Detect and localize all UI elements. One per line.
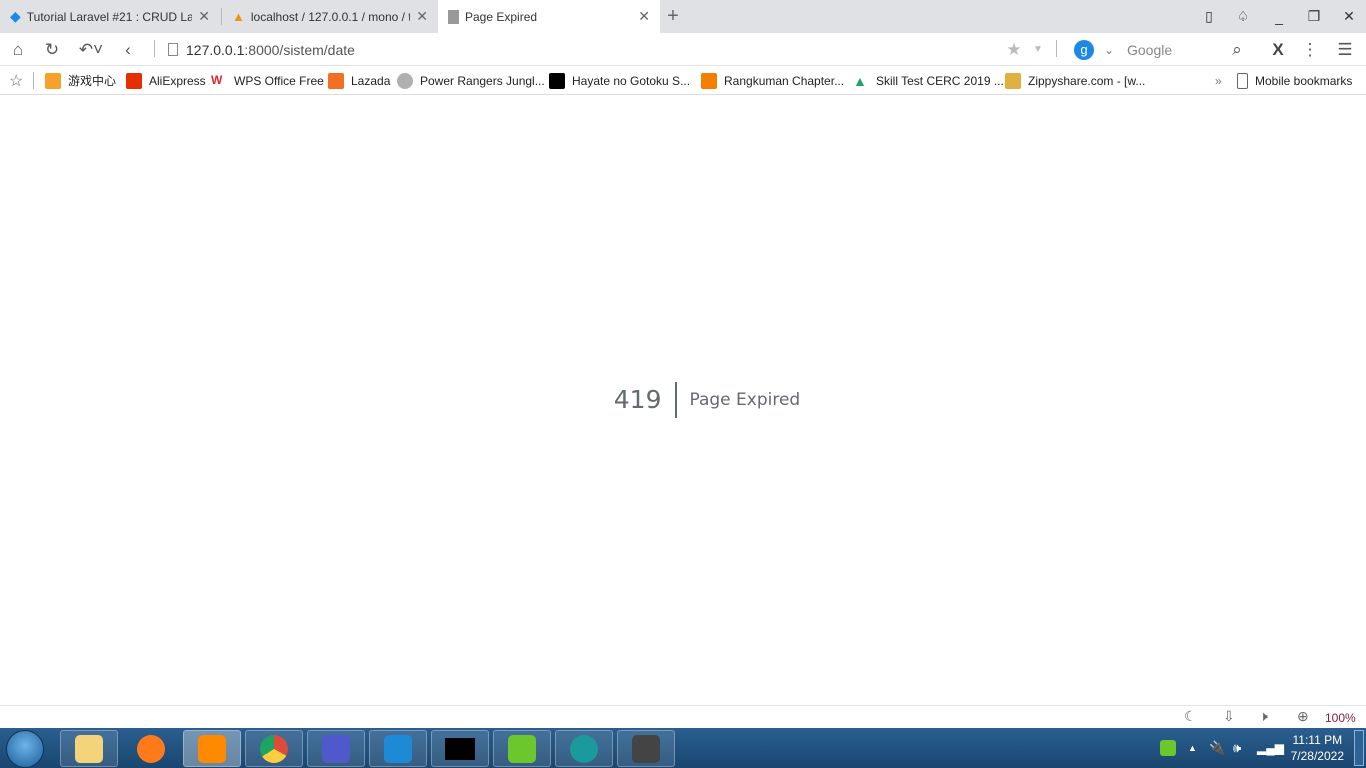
reload-button[interactable]: ↻ xyxy=(38,33,66,66)
taskbar-wifi-app[interactable] xyxy=(493,730,551,767)
taskbar-sublime[interactable] xyxy=(617,730,675,767)
back-button[interactable]: ‹ xyxy=(114,33,142,66)
taskbar-uc-browser[interactable] xyxy=(183,730,241,767)
mobile-bookmarks[interactable]: Mobile bookmarks xyxy=(1237,66,1352,95)
bookmark-item[interactable]: Zippyshare.com - [w... xyxy=(1005,66,1145,95)
close-tab-icon[interactable]: ✕ xyxy=(638,8,650,25)
taskbar: ▲ 🔌 🕪 ▂▄▆ 11:11 PM 7/28/2022 xyxy=(0,728,1366,768)
side-panel-icon[interactable]: ▯ xyxy=(1192,0,1226,33)
taskbar-cmd[interactable] xyxy=(431,730,489,767)
bookmark-item[interactable]: Power Rangers Jungl... xyxy=(397,66,545,95)
firefox-icon xyxy=(137,734,165,763)
taskbar-firefox[interactable] xyxy=(122,730,180,767)
folder-icon xyxy=(1005,72,1021,89)
bookmark-star-icon[interactable]: ★ xyxy=(1002,33,1026,66)
wps-icon: W xyxy=(211,72,223,87)
divider xyxy=(1056,40,1057,57)
clock[interactable]: 11:11 PM 7/28/2022 xyxy=(1291,732,1344,764)
bookmark-icon xyxy=(397,72,413,89)
close-tab-icon[interactable]: ✕ xyxy=(198,8,210,25)
search-icon[interactable]: ⌕ xyxy=(1226,33,1248,66)
error-text: Page Expired xyxy=(689,390,801,410)
blogger-icon xyxy=(701,72,717,89)
tab-phpmyadmin[interactable]: ▲ localhost / 127.0.0.1 / mono / t ✕ xyxy=(222,0,438,33)
teams-icon xyxy=(322,734,350,763)
extension-x-icon[interactable]: X xyxy=(1268,33,1288,66)
more-options-icon[interactable]: ⋮ xyxy=(1300,33,1320,66)
network-signal-icon[interactable]: ▂▄▆ xyxy=(1257,728,1284,768)
chrome-icon xyxy=(260,734,288,763)
divider xyxy=(33,72,34,89)
bookmark-icon xyxy=(126,72,142,89)
bookmark-item[interactable]: 游戏中心 xyxy=(45,66,116,95)
home-button[interactable]: ⌂ xyxy=(4,33,32,66)
uc-browser-icon xyxy=(198,734,226,763)
taskbar-file-explorer[interactable] xyxy=(60,730,118,767)
bookmark-item[interactable]: Rangkuman Chapter... xyxy=(701,66,844,95)
address-bar[interactable]: 127.0.0.1:8000/sistem/date xyxy=(168,33,355,66)
bookmark-item[interactable]: ▲ Skill Test CERC 2019 ... xyxy=(853,66,1004,95)
wifi-icon xyxy=(508,734,536,763)
download-icon[interactable]: ⇩ xyxy=(1223,708,1235,725)
start-button[interactable] xyxy=(6,730,44,768)
chevron-down-icon[interactable]: ⌄ xyxy=(1100,33,1118,66)
zoom-icon[interactable]: ⊕ xyxy=(1297,708,1309,725)
bookmark-icon xyxy=(328,72,344,89)
minimize-button[interactable]: _ xyxy=(1262,0,1296,33)
sublime-text-icon xyxy=(632,734,660,763)
tray-wifi-icon[interactable] xyxy=(1160,728,1176,768)
taskbar-vscode[interactable] xyxy=(369,730,427,767)
more-bookmarks-button[interactable]: » xyxy=(1215,66,1222,95)
page-icon xyxy=(168,43,178,56)
bookmark-icon xyxy=(549,72,565,89)
taskbar-chrome[interactable] xyxy=(245,730,303,767)
bookmark-star-icon[interactable]: ☆ xyxy=(9,66,23,95)
divider xyxy=(154,40,155,57)
speaker-icon[interactable]: 🕪 xyxy=(1233,728,1241,768)
mobile-icon xyxy=(1237,72,1248,89)
maximize-button[interactable]: ❐ xyxy=(1297,0,1331,33)
navigation-bar: ⌂ ↻ ↶˅ ‹ 127.0.0.1:8000/sistem/date ★ ▼ … xyxy=(0,33,1366,66)
status-bar: ☾ ⇩ 🕨 ⊕ 100% xyxy=(0,705,1366,728)
diamond-icon: ◆ xyxy=(10,8,21,24)
eset-icon xyxy=(570,734,598,763)
tab-tutorial-laravel[interactable]: ◆ Tutorial Laravel #21 : CRUD Lar ✕ xyxy=(0,0,220,33)
bookmark-item[interactable]: W WPS Office Free xyxy=(211,66,324,95)
folder-icon xyxy=(75,734,103,763)
skin-icon[interactable]: ♤ xyxy=(1226,0,1260,33)
close-tab-icon[interactable]: ✕ xyxy=(416,8,428,25)
menu-icon[interactable]: ☰ xyxy=(1334,33,1356,66)
new-tab-button[interactable]: + xyxy=(656,0,690,33)
show-desktop-button[interactable] xyxy=(1354,730,1364,766)
bookmark-item[interactable]: Hayate no Gotoku S... xyxy=(549,66,690,95)
chevron-down-icon[interactable]: ▼ xyxy=(1030,33,1046,66)
bookmarks-bar: ☆ 游戏中心 AliExpress W WPS Office Free Lazad… xyxy=(0,66,1366,95)
error-code: 419 xyxy=(614,382,678,418)
search-input[interactable]: Google xyxy=(1127,33,1172,66)
bookmark-item[interactable]: AliExpress xyxy=(126,66,206,95)
show-hidden-icons[interactable]: ▲ xyxy=(1188,728,1197,768)
google-drive-icon: ▲ xyxy=(853,72,867,89)
bookmark-icon xyxy=(45,72,61,89)
cmd-icon xyxy=(445,737,475,760)
tab-page-expired[interactable]: Page Expired ✕ xyxy=(438,0,660,33)
night-mode-icon[interactable]: ☾ xyxy=(1184,708,1197,725)
bookmark-item[interactable]: Lazada xyxy=(328,66,390,95)
undo-close-button[interactable]: ↶˅ xyxy=(76,33,106,66)
search-engine-icon[interactable]: g xyxy=(1074,33,1094,66)
taskbar-eset[interactable] xyxy=(555,730,613,767)
tab-bar: ◆ Tutorial Laravel #21 : CRUD Lar ✕ ▲ lo… xyxy=(0,0,1366,33)
taskbar-teams[interactable] xyxy=(307,730,365,767)
page-icon xyxy=(448,9,459,24)
error-message: 419 Page Expired xyxy=(0,382,1366,418)
volume-icon[interactable]: 🕨 xyxy=(1259,708,1268,725)
power-icon[interactable]: 🔌 xyxy=(1209,728,1225,768)
close-window-button[interactable]: ✕ xyxy=(1332,0,1366,33)
vscode-icon xyxy=(384,734,412,763)
zoom-level[interactable]: 100% xyxy=(1325,711,1356,725)
phpmyadmin-icon: ▲ xyxy=(232,9,245,24)
